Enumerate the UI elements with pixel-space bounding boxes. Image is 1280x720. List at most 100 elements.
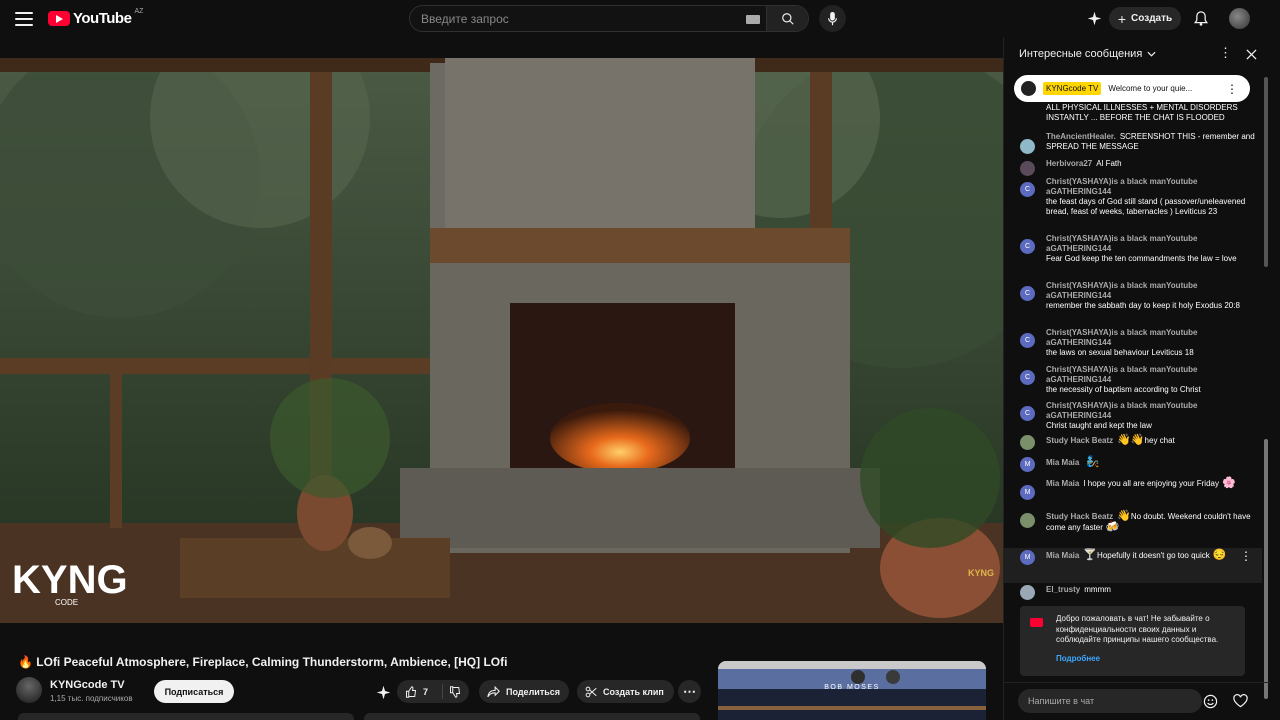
chat-author-avatar[interactable] bbox=[1020, 585, 1035, 600]
chat-message[interactable]: M Mia Maia 🧞 bbox=[1004, 456, 1262, 472]
kyng-watermark-sub: CODE bbox=[55, 598, 78, 607]
keyboard-icon[interactable] bbox=[746, 15, 760, 24]
menu-icon[interactable] bbox=[14, 9, 34, 29]
chat-message[interactable]: M Mia Maia I hope you all are enjoying you… bbox=[1004, 477, 1262, 500]
chat-author-name[interactable]: Study Hack Beatz bbox=[1046, 512, 1113, 521]
dislike-button[interactable] bbox=[443, 685, 461, 698]
chat-author-name[interactable]: Mia Maia bbox=[1046, 479, 1079, 488]
country-code: AZ bbox=[134, 8, 144, 15]
chat-author-name[interactable]: Christ(YASHAYA)is a black manYoutube aGA… bbox=[1046, 177, 1197, 196]
chat-author-avatar[interactable] bbox=[1020, 435, 1035, 450]
share-button[interactable]: Поделиться bbox=[479, 680, 569, 703]
share-icon bbox=[487, 685, 500, 697]
channel-name[interactable]: KYNGcode TV bbox=[50, 679, 125, 691]
clip-label: Создать клип bbox=[603, 686, 664, 697]
create-label: Создать bbox=[1131, 13, 1173, 24]
chat-author-name[interactable]: Christ(YASHAYA)is a black manYoutube aGA… bbox=[1046, 234, 1197, 253]
chat-author-avatar[interactable]: C bbox=[1020, 286, 1035, 301]
chat-emoji: 🌸 bbox=[1221, 477, 1236, 489]
chat-author-name[interactable]: Christ(YASHAYA)is a black manYoutube aGA… bbox=[1046, 365, 1197, 384]
mic-icon bbox=[828, 11, 837, 25]
search-button[interactable] bbox=[766, 6, 808, 31]
chat-message[interactable]: C Christ(YASHAYA)is a black manYoutube aG… bbox=[1004, 365, 1262, 395]
chat-scrollbar[interactable] bbox=[1263, 71, 1270, 699]
chat-author-name[interactable]: Christ(YASHAYA)is a black manYoutube aGA… bbox=[1046, 281, 1197, 300]
chat-author-name[interactable]: Mia Maia bbox=[1046, 551, 1079, 560]
search-input[interactable] bbox=[410, 6, 746, 31]
chat-author-avatar[interactable]: M bbox=[1020, 485, 1035, 500]
subscribe-button[interactable]: Подписаться bbox=[154, 680, 234, 703]
sparkle-icon[interactable] bbox=[374, 683, 392, 701]
pinned-author-avatar bbox=[1021, 81, 1036, 96]
chat-author-avatar[interactable] bbox=[1020, 139, 1035, 154]
video-frame: KYNG CODE KYNG bbox=[0, 58, 1003, 623]
like-count: 7 bbox=[423, 686, 429, 697]
chat-author-name[interactable]: Herbivora27 bbox=[1046, 159, 1092, 168]
chat-author-avatar[interactable] bbox=[1020, 161, 1035, 176]
chat-emoji: 🍻 bbox=[1105, 521, 1120, 533]
chat-author-name[interactable]: El_trusty bbox=[1046, 585, 1080, 594]
pinned-message[interactable]: KYNGcode TV Welcome to your quie... ⋮ bbox=[1014, 75, 1250, 102]
comments-box[interactable] bbox=[364, 713, 700, 720]
chat-author-avatar[interactable]: C bbox=[1020, 333, 1035, 348]
chat-message[interactable]: El_trusty mmmm bbox=[1004, 585, 1262, 600]
top-bar: YouTube AZ + Создать bbox=[0, 0, 1280, 37]
like-button[interactable]: 7 bbox=[397, 684, 443, 699]
sparkle-icon[interactable] bbox=[1086, 10, 1103, 27]
create-button[interactable]: + Создать bbox=[1109, 7, 1181, 30]
chat-message[interactable]: C Christ(YASHAYA)is a black manYoutube aG… bbox=[1004, 328, 1262, 358]
chat-message-text: Fear God keep the ten commandments the l… bbox=[1046, 254, 1237, 263]
chat-author-name[interactable]: Christ(YASHAYA)is a black manYoutube aGA… bbox=[1046, 328, 1197, 347]
account-avatar[interactable] bbox=[1229, 8, 1250, 29]
emoji-icon[interactable] bbox=[1203, 694, 1218, 709]
more-icon[interactable]: ⋮ bbox=[1219, 46, 1232, 59]
chat-message[interactable]: Herbivora27 Al Fath bbox=[1004, 159, 1262, 176]
chat-emoji: 🧞 bbox=[1086, 456, 1101, 468]
video-player[interactable]: KYNG CODE KYNG bbox=[0, 58, 1003, 623]
youtube-logo[interactable]: YouTube AZ bbox=[48, 8, 144, 27]
more-actions-button[interactable]: ⋯ bbox=[678, 680, 701, 703]
chat-message[interactable]: M Mia Maia 🍸Hopefully it doesn't go too qu… bbox=[1004, 548, 1262, 583]
chat-message-text: hey chat bbox=[1144, 436, 1175, 445]
bell-icon[interactable] bbox=[1192, 10, 1209, 27]
chat-message-list: ALL PHYSICAL ILLNESSES + MENTAL DISORDER… bbox=[1004, 103, 1262, 643]
chat-input-bar: Напишите в чат bbox=[1004, 682, 1270, 720]
recommended-thumbnail: BOB MOSES bbox=[718, 661, 986, 720]
chat-message[interactable]: TheAncientHealer. SCREENSHOT THIS - remem… bbox=[1004, 132, 1262, 154]
chat-input[interactable]: Напишите в чат bbox=[1018, 689, 1202, 713]
chat-author-name[interactable]: Mia Maia bbox=[1046, 458, 1079, 467]
chat-author-avatar[interactable]: C bbox=[1020, 370, 1035, 385]
channel-avatar[interactable] bbox=[16, 677, 42, 703]
chat-author-avatar[interactable]: C bbox=[1020, 182, 1035, 197]
like-dislike-group: 7 bbox=[397, 680, 469, 703]
voice-search-button[interactable] bbox=[819, 5, 846, 32]
learn-more-link[interactable]: Подробнее bbox=[1056, 654, 1235, 665]
heart-icon[interactable] bbox=[1233, 694, 1248, 708]
close-icon[interactable] bbox=[1246, 49, 1257, 60]
chat-author-name[interactable]: TheAncientHealer. bbox=[1046, 132, 1116, 141]
chat-message[interactable]: Study Hack Beatz 👋👋hey chat bbox=[1004, 435, 1262, 450]
chat-message[interactable]: C Christ(YASHAYA)is a black manYoutube aG… bbox=[1004, 177, 1262, 217]
chat-message[interactable]: C Christ(YASHAYA)is a black manYoutube aG… bbox=[1004, 401, 1262, 431]
more-icon: ⋯ bbox=[683, 683, 696, 699]
chat-message[interactable]: Study Hack Beatz 👋No doubt. Weekend could… bbox=[1004, 511, 1262, 533]
chat-mode-selector[interactable]: Интересные сообщения bbox=[1019, 48, 1156, 60]
chat-author-avatar[interactable]: M bbox=[1020, 457, 1035, 472]
more-icon[interactable]: ⋮ bbox=[1240, 550, 1252, 562]
chat-author-name[interactable]: Study Hack Beatz bbox=[1046, 436, 1113, 445]
more-icon[interactable]: ⋮ bbox=[1226, 82, 1238, 96]
chat-author-avatar[interactable]: C bbox=[1020, 406, 1035, 421]
description-box[interactable] bbox=[18, 713, 354, 720]
chat-message[interactable]: ALL PHYSICAL ILLNESSES + MENTAL DISORDER… bbox=[1004, 103, 1262, 123]
pinned-text: Welcome to your quie... bbox=[1108, 84, 1193, 93]
like-icon bbox=[406, 685, 417, 698]
chat-author-avatar[interactable]: M bbox=[1020, 550, 1035, 565]
clip-button[interactable]: Создать клип bbox=[577, 680, 674, 703]
chat-header-title: Интересные сообщения bbox=[1019, 48, 1143, 60]
chat-message[interactable]: C Christ(YASHAYA)is a black manYoutube aG… bbox=[1004, 281, 1262, 311]
chat-author-avatar[interactable] bbox=[1020, 513, 1035, 528]
recommended-video[interactable]: BOB MOSES bbox=[718, 661, 986, 720]
chat-author-avatar[interactable]: C bbox=[1020, 239, 1035, 254]
chat-author-name[interactable]: Christ(YASHAYA)is a black manYoutube aGA… bbox=[1046, 401, 1197, 420]
chat-message[interactable]: C Christ(YASHAYA)is a black manYoutube aG… bbox=[1004, 234, 1262, 264]
